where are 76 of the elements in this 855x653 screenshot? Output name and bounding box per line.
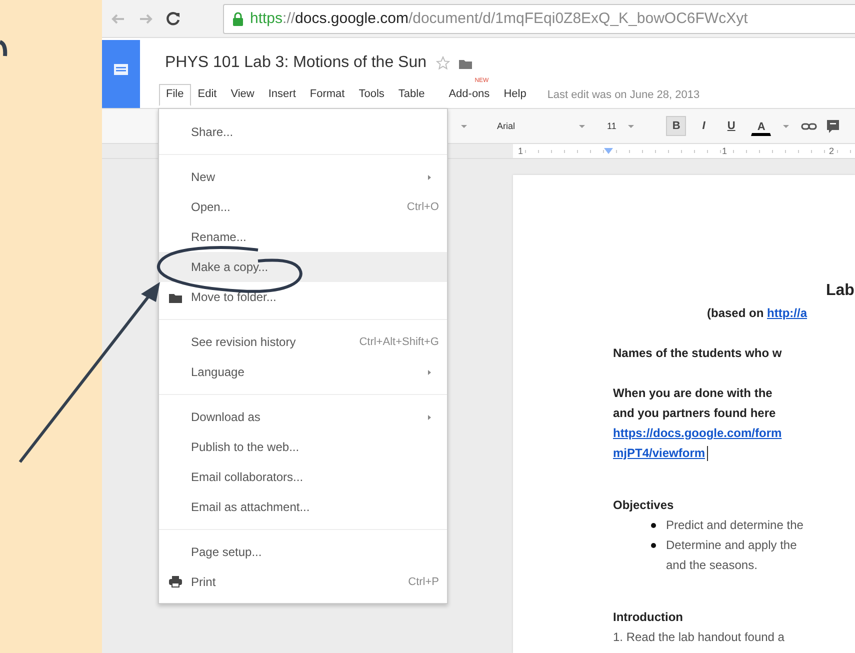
menu-option[interactable]: Print Ctrl+P (159, 567, 447, 597)
menu-option[interactable]: Download as (159, 402, 447, 432)
docs-logo[interactable] (102, 40, 140, 108)
bullet-icon (651, 522, 656, 528)
document-icon[interactable] (114, 64, 128, 75)
subtitle-text: (based on http://a (707, 306, 808, 320)
shortcut-text: Ctrl+Alt+Shift+G (359, 336, 439, 348)
bullet-icon (651, 542, 656, 548)
bullet-text: and the seasons. (666, 558, 758, 572)
bullet-text: Determine and apply the (666, 538, 797, 552)
back-arrow-icon[interactable] (110, 12, 126, 26)
caret-icon[interactable] (579, 124, 585, 128)
section-heading: Introduction (613, 610, 683, 624)
menu-option[interactable]: Language (159, 357, 447, 387)
menu-option[interactable]: Make a copy... (159, 252, 447, 282)
caret-icon[interactable] (783, 124, 790, 128)
menu-option[interactable]: Email collaborators... (159, 462, 447, 492)
menu-item[interactable]: File (159, 84, 191, 106)
menu-item[interactable]: Format (302, 84, 352, 106)
lock-icon[interactable] (232, 12, 244, 26)
star-icon[interactable] (436, 56, 450, 70)
menu-item[interactable]: Insert (261, 84, 303, 106)
caret-icon[interactable] (461, 124, 467, 128)
menu-option[interactable]: Open... Ctrl+O (159, 192, 447, 222)
menu-option[interactable]: Publish to the web... (159, 432, 447, 462)
font-size-dropdown[interactable]: 11 (597, 121, 616, 131)
address-bar[interactable]: https://docs.google.com/document/d/1mqFEqi0Z8ExQ_K_bowOC6FWcXyt (223, 4, 855, 34)
menu-option[interactable]: See revision history Ctrl+Alt+Shift+G (159, 327, 447, 357)
folder-icon[interactable] (168, 292, 182, 302)
link[interactable]: https://docs.google.com/form (613, 426, 782, 440)
paragraph-text: When you are done with the (613, 386, 772, 400)
shortcut-text: Ctrl+P (408, 576, 439, 588)
comment-icon[interactable] (827, 120, 840, 132)
paragraph-text: 1. Read the lab handout found a (613, 630, 784, 644)
menu-item[interactable]: Edit (190, 84, 224, 106)
menu-option[interactable]: Share... (159, 117, 447, 147)
submenu-arrow-icon[interactable] (428, 414, 431, 420)
link[interactable]: mjPT4/viewform (613, 446, 706, 460)
menu-item[interactable]: Tools (352, 84, 392, 106)
paragraph-text: Names of the students who w (613, 346, 782, 360)
document-title[interactable]: PHYS 101 Lab 3: Motions of the Sun (165, 54, 426, 72)
ink-stroke (0, 40, 8, 56)
shortcut-text: Ctrl+O (406, 201, 439, 213)
menu-item[interactable]: Add-ons (442, 84, 497, 106)
menu-option[interactable]: Rename... (159, 222, 447, 252)
ruler-number: 1 (517, 146, 524, 156)
italic-button[interactable]: I (696, 116, 712, 136)
menu-item[interactable]: Table (391, 84, 432, 106)
menu-option[interactable]: Email as attachment... (159, 492, 447, 522)
heading-text: Lab (826, 282, 854, 300)
printer-icon[interactable] (168, 576, 182, 588)
menu-option[interactable]: Page setup... (159, 537, 447, 567)
paragraph-text: and you partners found here (613, 406, 776, 420)
caret-icon[interactable] (628, 124, 634, 128)
url-text: https://docs.google.com/document/d/1mqFEqi0Z8ExQ_K_bowOC6FWcXyt (250, 10, 748, 27)
indent-marker-icon[interactable] (604, 148, 614, 154)
menu-item[interactable]: Help (496, 84, 534, 106)
ruler-number: 2 (828, 146, 836, 156)
font-dropdown[interactable]: Arial (479, 121, 567, 131)
menu-item[interactable]: View (224, 84, 262, 106)
link-icon[interactable] (801, 122, 818, 130)
underline-button[interactable]: U (721, 116, 742, 136)
submenu-arrow-icon[interactable] (428, 174, 431, 180)
forward-arrow-icon[interactable] (138, 12, 154, 26)
bullet-text: Predict and determine the (666, 518, 804, 532)
ruler-number: 1 (721, 146, 728, 156)
text-color-button[interactable]: A (751, 116, 772, 136)
folder-icon[interactable] (458, 58, 472, 68)
reload-icon[interactable] (166, 11, 181, 26)
menu-option[interactable]: New (159, 162, 447, 192)
last-edit-link[interactable]: Last edit was on June 28, 2013 (547, 89, 700, 101)
link[interactable]: http://a (767, 306, 808, 320)
section-heading: Objectives (613, 498, 674, 512)
menu-option[interactable]: Move to folder... (159, 282, 447, 312)
submenu-arrow-icon[interactable] (428, 370, 431, 374)
bold-button[interactable]: B (666, 116, 686, 136)
